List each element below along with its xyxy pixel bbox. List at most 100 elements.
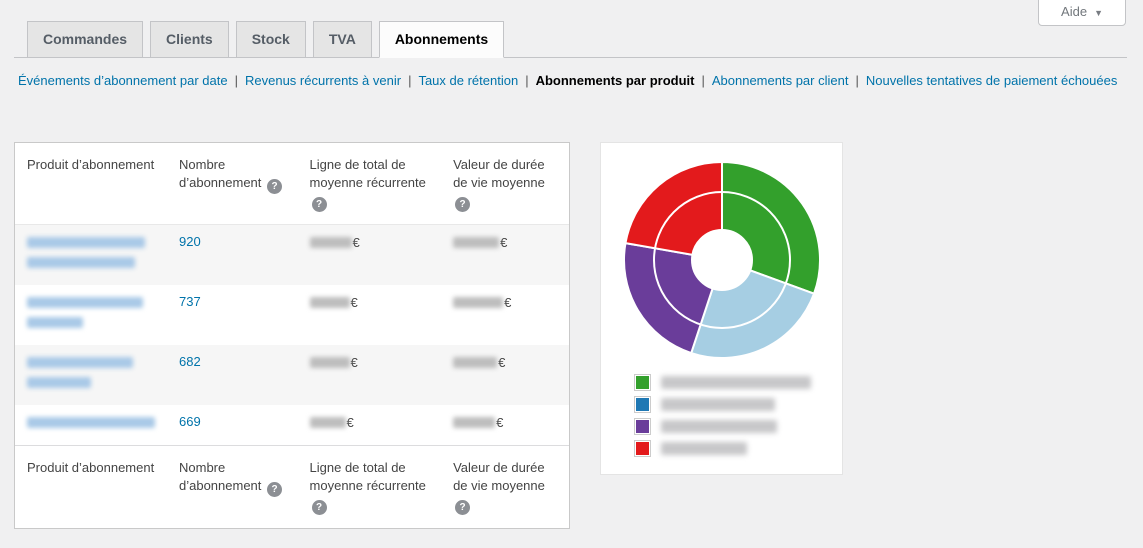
redacted-product-name-line [27, 416, 155, 428]
currency-symbol: € [352, 234, 360, 250]
chevron-down-icon: ▼ [1094, 8, 1103, 18]
subscription-count-link[interactable]: 737 [179, 294, 201, 309]
tab-commandes[interactable]: Commandes [27, 21, 144, 57]
subscription-count-cell: 682 [167, 345, 298, 405]
redacted-legend-label [661, 397, 775, 411]
table-row: 920 € € [15, 224, 569, 285]
help-tip-icon[interactable]: ? [311, 499, 327, 515]
redacted-product-name-line [27, 316, 83, 328]
table-row: 737 € € [15, 285, 569, 345]
legend-color-box [634, 417, 651, 435]
report-tabs: Commandes Clients Stock TVA Abonnements [14, 0, 1127, 58]
subscription-count-link[interactable]: 920 [179, 234, 201, 249]
legend-color-swatch [636, 419, 649, 433]
legend-color-box [634, 373, 651, 391]
table-row: 682 € € [15, 344, 569, 405]
subscription-count-link[interactable]: 669 [179, 414, 201, 429]
avg-recurring-total-cell: € [298, 345, 442, 405]
avg-lifetime-value-cell: € [441, 285, 569, 345]
subnav-link-revenus-recurrents-a-venir[interactable]: Revenus récurrents à venir [245, 73, 401, 88]
avg-recurring-total-cell: € [298, 224, 442, 285]
column-header-label: Valeur de durée de vie moyenne [453, 459, 545, 493]
legend-item-2 [634, 417, 842, 435]
redacted-amount [309, 356, 350, 368]
avg-recurring-total-cell: € [298, 405, 442, 446]
product-name-cell [15, 285, 167, 345]
currency-symbol: € [504, 294, 512, 310]
subscription-count-link[interactable]: 682 [179, 354, 201, 369]
redacted-amount [453, 296, 504, 308]
help-tip-icon[interactable]: ? [267, 481, 283, 497]
help-tip-icon[interactable]: ? [267, 178, 283, 194]
help-tip-icon[interactable]: ? [455, 196, 471, 212]
subnav-item-taux-de-retention: Taux de rétention | [418, 73, 535, 88]
redacted-amount [309, 236, 352, 248]
subnav-link-nouvelles-tentatives-de-paiement-echouees[interactable]: Nouvelles tentatives de paiement échouée… [866, 73, 1118, 88]
product-name-cell [15, 405, 167, 446]
help-tip-icon[interactable]: ? [455, 499, 471, 515]
help-tip-icon[interactable]: ? [311, 196, 327, 212]
avg-lifetime-value-cell: € [441, 405, 569, 446]
column-header-label: Ligne de total de moyenne récurrente [309, 156, 426, 190]
reports-page: Commandes Clients Stock TVA Abonnements Évén… [0, 0, 1143, 529]
column-header-nombre-d-abonnement: Nombre d’abonnement ? [167, 444, 298, 528]
tab-stock[interactable]: Stock [235, 21, 306, 57]
column-header-produit-d-abonnement: Produit d’abonnement [15, 444, 167, 528]
subnav-separator: | [855, 72, 859, 88]
legend-item-0 [634, 373, 842, 391]
redacted-amount [453, 356, 498, 368]
subnav-item-nouvelles-tentatives-de-paiement-echouees: Nouvelles tentatives de paiement échouée… [866, 73, 1118, 88]
subscriptions-donut-chart [622, 160, 821, 359]
redacted-product-name-line [27, 356, 133, 368]
product-name-cell [15, 345, 167, 405]
avg-lifetime-value-cell: € [441, 224, 569, 285]
redacted-legend-label [661, 375, 811, 389]
column-header-valeur-de-duree-de-vie-moyenne: Valeur de durée de vie moyenne ? [441, 142, 569, 225]
subnav-link-abonnements-par-client[interactable]: Abonnements par client [712, 73, 849, 88]
column-header-produit-d-abonnement: Produit d’abonnement [15, 142, 167, 225]
subnav-separator: | [525, 72, 529, 88]
tab-abonnements[interactable]: Abonnements [378, 21, 505, 58]
redacted-amount [453, 236, 500, 248]
column-header-label: Produit d’abonnement [27, 459, 155, 475]
subscriptions-donut-chart-box [600, 141, 843, 475]
subnav-item-abonnements-par-produit: Abonnements par produit | [536, 73, 712, 88]
currency-symbol: € [350, 294, 358, 310]
redacted-amount [309, 416, 346, 428]
redacted-product-name-line [27, 376, 91, 388]
subnav-item-evenements-d-abonnement-par-date: Événements d’abonnement par date | [18, 73, 245, 88]
tab-clients[interactable]: Clients [150, 21, 229, 57]
product-link-redacted[interactable] [27, 416, 155, 428]
currency-symbol: € [498, 354, 506, 370]
subnav-link-taux-de-retention[interactable]: Taux de rétention [418, 73, 518, 88]
column-header-ligne-de-total-de-moyenne-recurrente: Ligne de total de moyenne récurrente ? [297, 444, 442, 528]
column-header-nombre-d-abonnement: Nombre d’abonnement ? [167, 142, 298, 225]
subnav-link-abonnements-par-produit[interactable]: Abonnements par produit [536, 73, 695, 88]
subnav-separator: | [701, 72, 705, 88]
product-link-redacted[interactable] [27, 356, 155, 388]
legend-color-swatch [636, 441, 649, 455]
help-button[interactable]: Aide ▼ [1038, 0, 1126, 26]
currency-symbol: € [496, 414, 504, 430]
subnav-separator: | [234, 72, 238, 88]
legend-item-3 [634, 439, 842, 457]
currency-symbol: € [346, 414, 354, 430]
redacted-amount [309, 296, 350, 308]
product-link-redacted[interactable] [27, 236, 155, 268]
product-link-redacted[interactable] [27, 296, 155, 328]
subscription-count-cell: 669 [167, 405, 298, 446]
column-header-ligne-de-total-de-moyenne-recurrente: Ligne de total de moyenne récurrente ? [297, 142, 442, 225]
column-header-label: Ligne de total de moyenne récurrente [309, 459, 426, 493]
subnav-link-evenements-d-abonnement-par-date[interactable]: Événements d’abonnement par date [18, 73, 228, 88]
avg-recurring-total-cell: € [298, 285, 442, 345]
avg-lifetime-value-cell: € [441, 345, 569, 405]
subnav-item-revenus-recurrents-a-venir: Revenus récurrents à venir | [245, 73, 418, 88]
subscription-count-cell: 737 [167, 285, 298, 345]
report-content: Produit d’abonnement Nombre d’abonnement … [14, 141, 1127, 529]
report-subnav: Événements d’abonnement par date | Revenus… [18, 72, 1127, 90]
column-header-label: Produit d’abonnement [27, 156, 155, 172]
legend-color-swatch [636, 375, 649, 389]
legend-color-swatch [636, 397, 649, 411]
tab-tva[interactable]: TVA [312, 21, 372, 57]
redacted-product-name-line [27, 256, 135, 268]
